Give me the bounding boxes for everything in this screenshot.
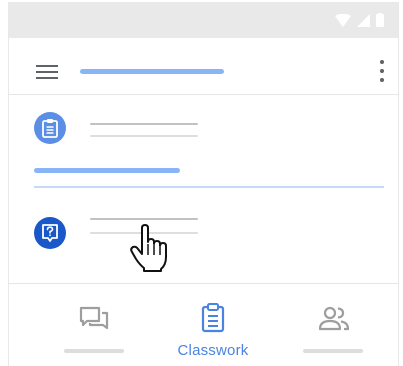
- people-icon: [319, 306, 349, 331]
- nav-label-placeholder: [64, 349, 124, 353]
- more-vert-icon[interactable]: [379, 60, 385, 82]
- nav-item-classwork[interactable]: Classwork: [153, 284, 273, 366]
- phone-screen: Classwork: [8, 2, 399, 366]
- assignment-icon: [34, 112, 66, 144]
- hand-pointer-cursor-icon: [130, 224, 167, 272]
- nav-label-placeholder: [303, 349, 363, 353]
- list-item-question[interactable]: [9, 202, 398, 262]
- classwork-icon: [201, 303, 225, 333]
- app-title-placeholder: [80, 69, 224, 74]
- list-item-assignment[interactable]: [9, 100, 398, 160]
- signal-icon: [357, 13, 370, 27]
- battery-icon: [376, 13, 384, 27]
- status-bar: [9, 2, 398, 38]
- item-title-placeholder: [90, 123, 198, 125]
- nav-item-people[interactable]: [273, 284, 393, 366]
- app-bar: [9, 38, 398, 95]
- bottom-navigation: Classwork: [9, 283, 398, 366]
- status-icons: [335, 13, 384, 27]
- item-title-placeholder: [90, 218, 198, 220]
- item-subtitle-placeholder: [90, 135, 198, 137]
- menu-icon[interactable]: [36, 65, 58, 81]
- question-icon: [34, 217, 66, 249]
- wifi-icon: [335, 13, 351, 27]
- stream-icon: [79, 306, 109, 330]
- section-header-placeholder: [34, 168, 180, 173]
- nav-item-stream[interactable]: [33, 284, 153, 366]
- section-divider: [34, 186, 384, 188]
- nav-label-classwork: Classwork: [177, 342, 249, 359]
